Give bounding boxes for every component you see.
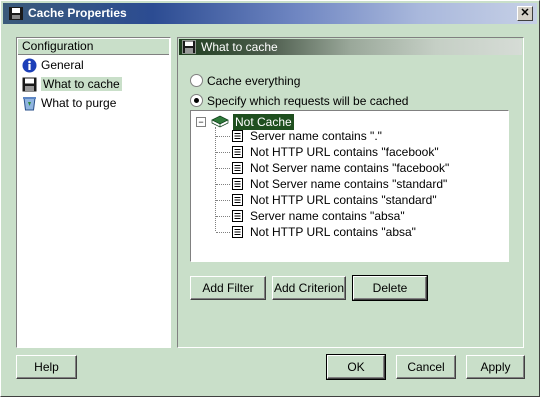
sidebar-item-label: What to cache [41,77,122,91]
ok-button[interactable]: OK [326,354,386,380]
tree-item-label: Not HTTP URL contains "standard" [250,193,437,207]
floppy-disk-icon [22,77,37,92]
collapse-icon[interactable]: − [196,117,206,127]
radio-specify-requests-button[interactable] [190,94,203,108]
document-icon [232,226,243,238]
radio-specify-requests[interactable]: Specify which requests will be cached [190,93,408,109]
tree-item-label: Not HTTP URL contains "absa" [250,225,416,239]
floppy-disk-icon [182,40,196,54]
document-icon [232,130,243,142]
document-icon [232,162,243,174]
info-icon [22,58,37,73]
configuration-panel: Configuration General What to cache What… [16,37,171,348]
document-icon [232,194,243,206]
sidebar-item-label: General [41,58,84,72]
cache-rules-tree[interactable]: − Not Cache Server name contains "." Not… [190,110,509,262]
configuration-header: Configuration [18,39,169,55]
sidebar-item-what-to-purge[interactable]: What to purge [17,94,170,113]
recycle-bin-icon [23,97,36,111]
radio-cache-everything-label: Cache everything [207,74,301,88]
tree-item-label: Not HTTP URL contains "facebook" [250,145,439,159]
add-criterion-button[interactable]: Add Criterion [272,276,346,300]
title-bar[interactable]: Cache Properties ✕ [3,3,537,24]
panel-title: What to cache [201,40,278,54]
sidebar-item-label: What to purge [41,96,117,110]
help-button[interactable]: Help [16,355,77,379]
sidebar-item-what-to-cache[interactable]: What to cache [17,75,170,94]
close-button[interactable]: ✕ [517,6,533,21]
radio-specify-requests-label: Specify which requests will be cached [207,94,409,108]
panel-header: What to cache [179,39,522,55]
close-icon: ✕ [520,7,530,19]
document-icon [232,178,243,190]
radio-cache-everything-button[interactable] [190,74,203,88]
tree-item-label: Server name contains "absa" [250,209,405,223]
tree-item-label: Not Server name contains "facebook" [250,161,450,175]
cache-properties-dialog: Cache Properties ✕ Configuration General… [0,0,540,397]
tree-item-label: Server name contains "." [250,129,382,143]
what-to-cache-panel: What to cache Cache everything Specify w… [177,37,524,348]
document-icon [232,210,243,222]
radio-cache-everything[interactable]: Cache everything [190,73,300,89]
floppy-disk-icon [9,7,23,20]
add-filter-button[interactable]: Add Filter [190,276,266,300]
apply-button[interactable]: Apply [466,355,525,379]
tree-item-label: Not Server name contains "standard" [250,177,448,191]
window-title: Cache Properties [28,6,127,20]
sidebar-item-general[interactable]: General [17,56,170,75]
cancel-button[interactable]: Cancel [396,355,456,379]
filter-book-icon [211,115,229,128]
document-icon [232,146,243,158]
delete-button[interactable]: Delete [352,275,428,301]
